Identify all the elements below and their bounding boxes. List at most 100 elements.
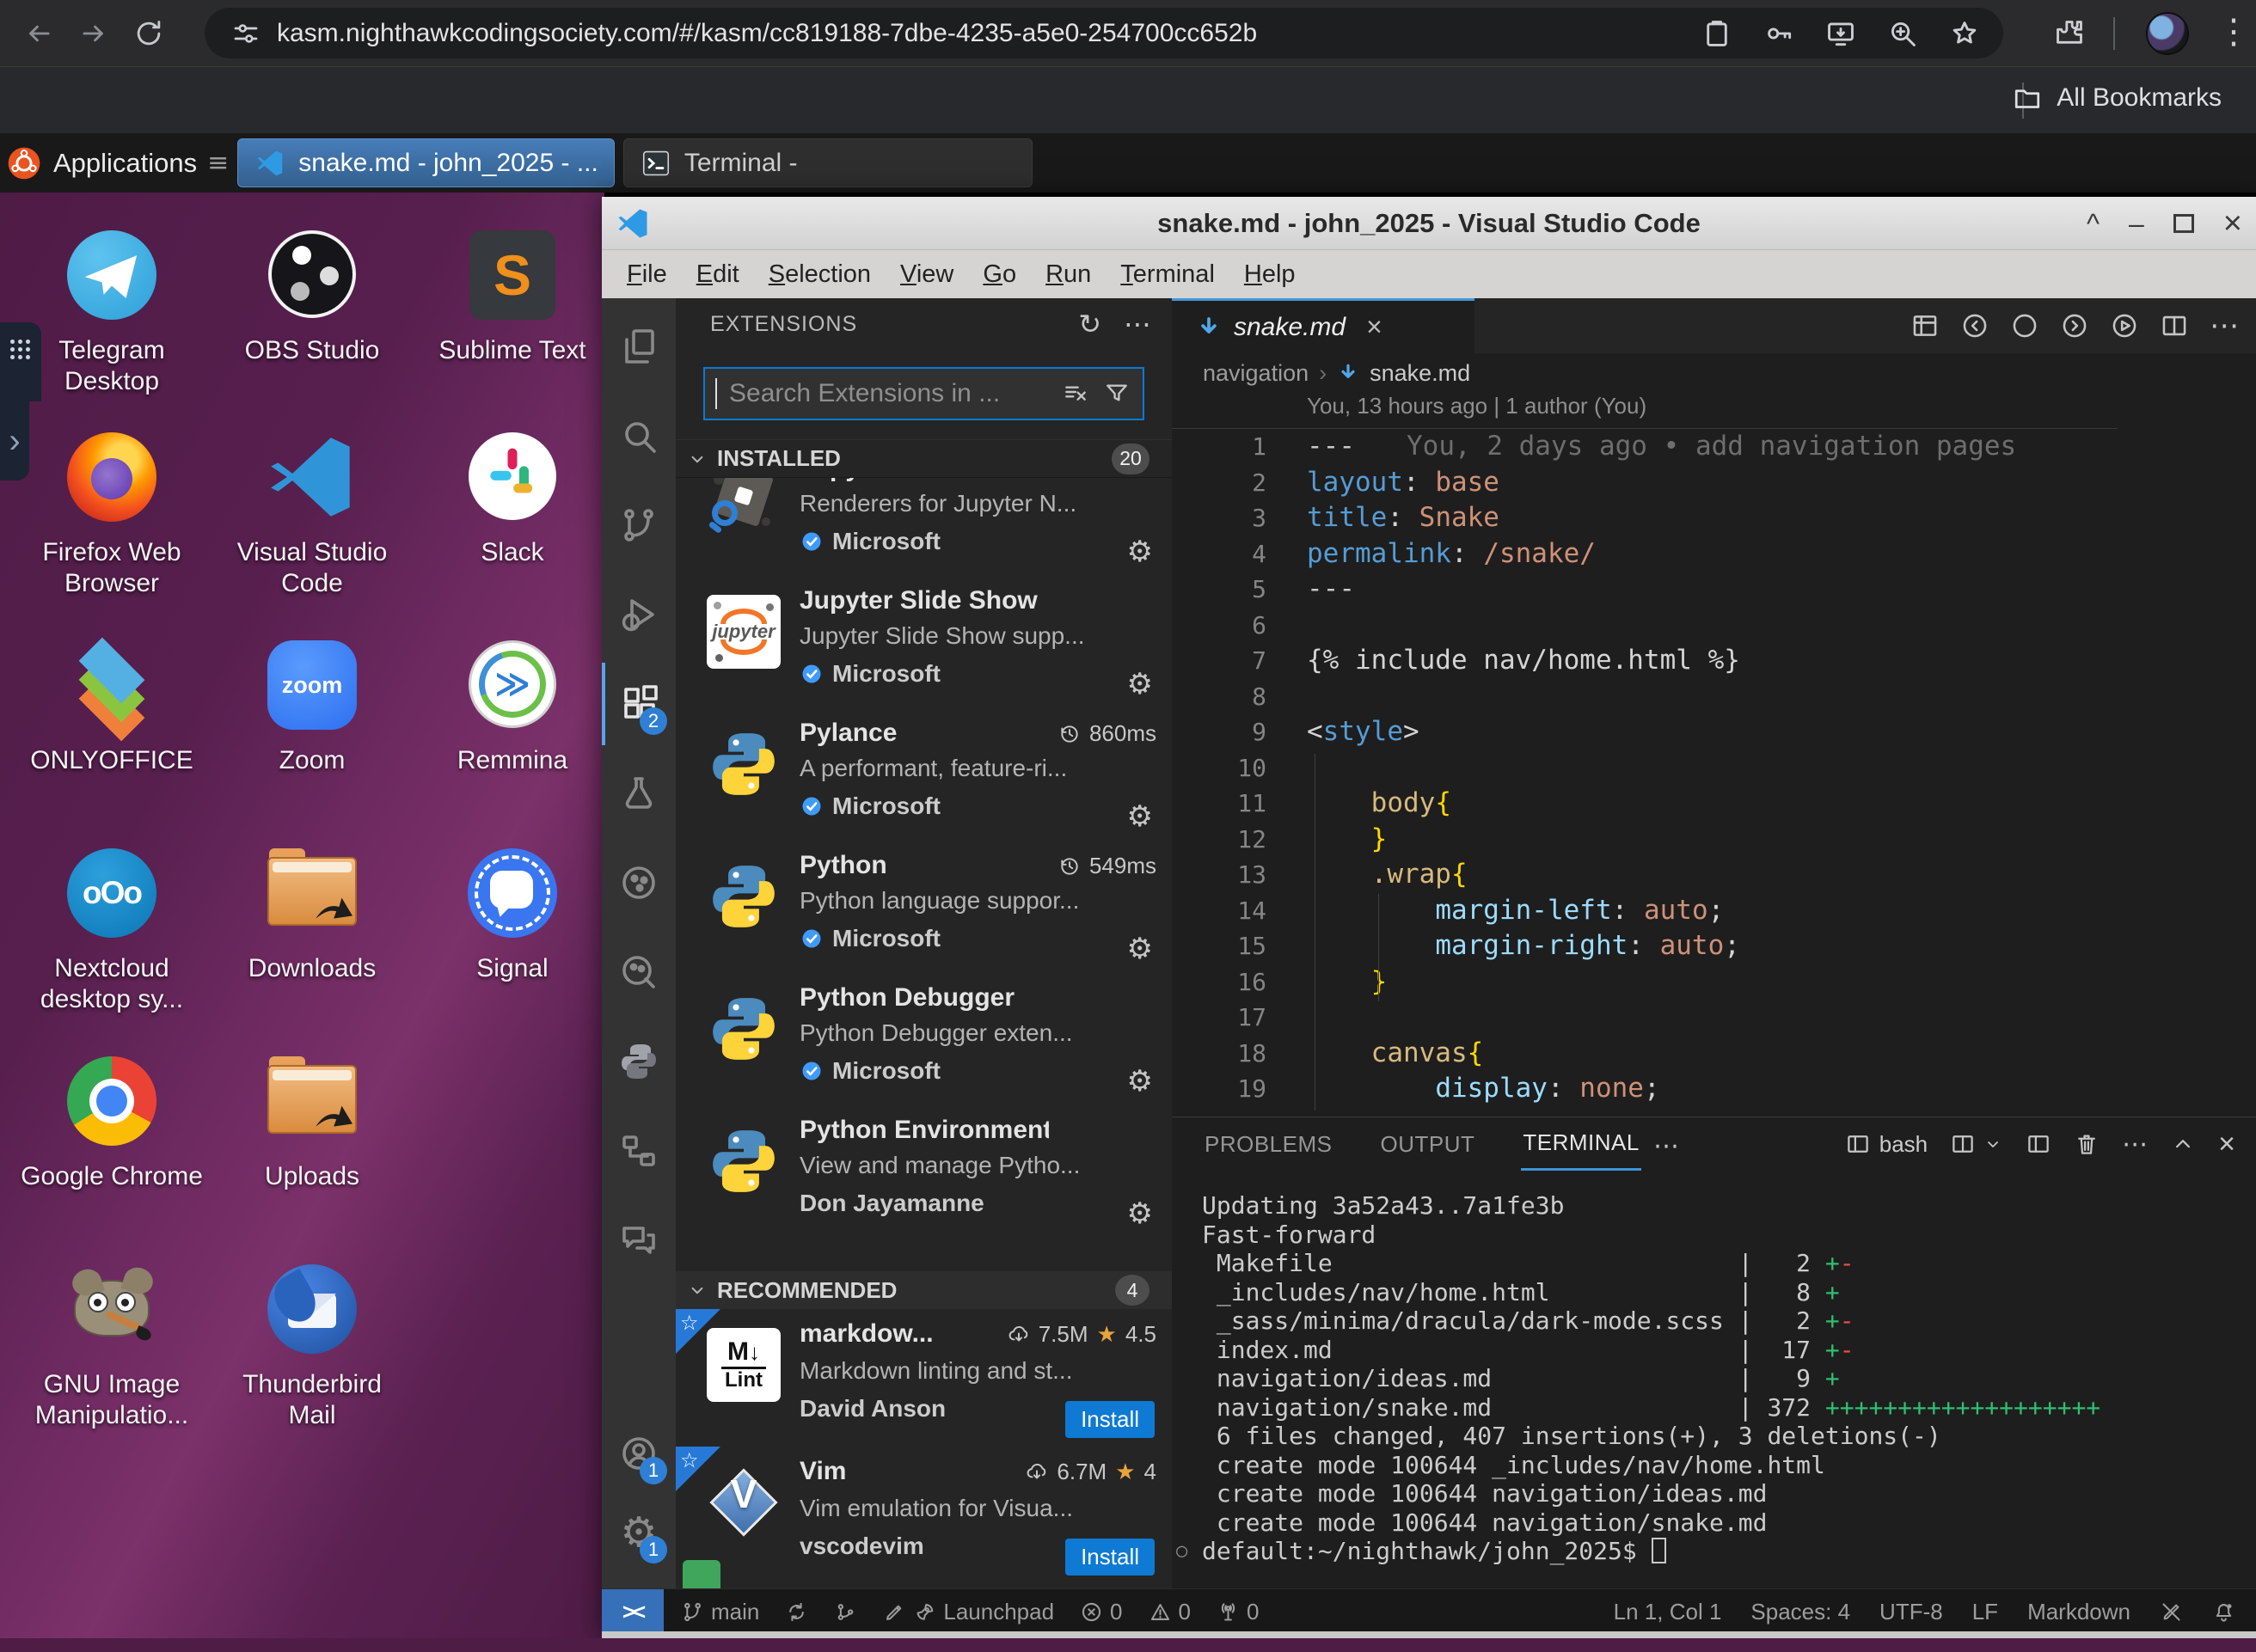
extension-gear-icon[interactable]: ⚙ [1127, 667, 1153, 701]
status-errors[interactable]: 0 [1080, 1599, 1122, 1625]
status-encoding[interactable]: UTF-8 [1879, 1599, 1943, 1625]
launch-profile-chevron-icon[interactable] [1983, 1134, 2003, 1154]
browser-menu-kebab-icon[interactable]: ⋮ [2216, 12, 2251, 52]
desktop-icon-slack[interactable]: Slack [416, 432, 609, 568]
maximize-button[interactable] [2173, 214, 2194, 233]
activity-explorer[interactable] [602, 305, 676, 388]
extension-item-markdow[interactable]: ☆M↓Lintmarkdow...7.5M★4.5Markdown lintin… [676, 1309, 1172, 1447]
activity-python[interactable] [602, 1020, 676, 1103]
extension-gear-icon[interactable]: ⚙ [1127, 535, 1153, 569]
activity-project-manager[interactable] [602, 1110, 676, 1192]
shell-label[interactable]: bash [1879, 1131, 1928, 1158]
status-indentation[interactable]: Spaces: 4 [1750, 1599, 1850, 1625]
extension-gear-icon[interactable]: ⚙ [1127, 1064, 1153, 1098]
split-terminal-icon[interactable] [1950, 1131, 1976, 1157]
activity-search[interactable] [602, 395, 676, 477]
minimize-button[interactable]: – [2129, 208, 2144, 240]
tab-close-icon[interactable]: × [1366, 311, 1382, 343]
vscode-titlebar[interactable]: snake.md - john_2025 - Visual Studio Cod… [602, 197, 2256, 250]
status-notifications[interactable] [2212, 1600, 2235, 1624]
desktop-icon-remmina[interactable]: ≫Remmina [416, 640, 609, 776]
desktop-icon-onlyoffice[interactable]: ONLYOFFICE [15, 640, 208, 776]
kasm-panel-expand[interactable]: › [0, 401, 29, 480]
bookmark-star-icon[interactable] [1948, 17, 1981, 50]
shade-button[interactable]: ^ [2087, 208, 2100, 240]
filter-funnel-icon[interactable] [1103, 380, 1131, 407]
panel-tab-output[interactable]: OUTPUT [1379, 1119, 1477, 1170]
desktop-icon-google-chrome[interactable]: Google Chrome [15, 1056, 208, 1192]
activity-manage[interactable]: ⚙1 [602, 1491, 676, 1574]
clear-filter-icon[interactable] [1062, 380, 1089, 407]
taskbar-task[interactable]: snake.md - john_2025 - ... [237, 138, 615, 187]
site-info-icon[interactable] [230, 18, 261, 49]
panel-tab-problems[interactable]: PROBLEMS [1203, 1119, 1334, 1170]
url-text[interactable]: kasm.nighthawkcodingsociety.com/#/kasm/c… [277, 19, 1257, 48]
status-launchpad[interactable]: Launchpad [883, 1599, 1054, 1625]
run-file-icon[interactable] [2110, 311, 2139, 340]
installed-section-header[interactable]: INSTALLED 20 [676, 439, 1172, 477]
desktop-icon-obs-studio[interactable]: OBS Studio [216, 230, 408, 366]
extension-item-python-environment[interactable]: Python Environment ...View and manage Py… [676, 1111, 1172, 1243]
menu-help[interactable]: Help [1244, 260, 1296, 289]
desktop-icon-visual-studio-code[interactable]: Visual Studio Code [216, 432, 408, 599]
all-bookmarks-button[interactable]: All Bookmarks [2012, 83, 2222, 113]
more-actions-icon[interactable]: ⋯ [1124, 308, 1151, 340]
activity-accounts[interactable]: 1 [602, 1412, 676, 1495]
extensions-puzzle-icon[interactable] [2053, 17, 2086, 50]
kasm-panel-handle[interactable] [0, 322, 41, 401]
breadcrumb-folder[interactable]: navigation [1203, 360, 1309, 387]
menu-edit[interactable]: Edit [696, 260, 739, 289]
next-change-icon[interactable] [2060, 311, 2089, 340]
desktop-icon-signal[interactable]: Signal [416, 848, 609, 984]
reload-icon[interactable] [132, 17, 165, 50]
desktop-icon-downloads[interactable]: Downloads [216, 848, 408, 984]
applications-menu-button[interactable]: Applications ≡ [5, 144, 229, 182]
extension-item-python[interactable]: Python549msPython language suppor...Micr… [676, 846, 1172, 978]
desktop-icon-zoom[interactable]: zoomZoom [216, 640, 408, 776]
extension-gear-icon[interactable]: ⚙ [1127, 932, 1153, 966]
status-git-graph[interactable] [834, 1600, 857, 1624]
desktop-icon-gnu-image-manipulatio[interactable]: GNU Image Manipulatio... [15, 1264, 208, 1431]
extension-gear-icon[interactable]: ⚙ [1127, 799, 1153, 834]
extension-gear-icon[interactable]: ⚙ [1127, 1196, 1153, 1231]
panel-actions-more-icon[interactable]: ⋯ [2122, 1129, 2148, 1159]
breadcrumb-file[interactable]: snake.md [1370, 360, 1470, 387]
desktop-icon-nextcloud-desktop-sy[interactable]: oOoNextcloud desktop sy... [15, 848, 208, 1015]
taskbar-task[interactable]: Terminal - [623, 138, 1033, 187]
tab-snake-md[interactable]: snake.md × [1172, 298, 1474, 353]
desktop-icon-sublime-text[interactable]: SSublime Text [416, 230, 609, 366]
activity-source-control[interactable] [602, 484, 676, 566]
terminal-output[interactable]: Updating 3a52a43..7a1fe3bFast-forward Ma… [1202, 1191, 2100, 1566]
status-markdownlint[interactable] [2160, 1600, 2183, 1624]
extensions-search-input[interactable]: Search Extensions in ... [703, 367, 1144, 420]
activity-run-and-debug[interactable] [602, 573, 676, 656]
activity-testing[interactable] [602, 752, 676, 835]
panel-more-icon[interactable]: ⋯ [1653, 1131, 1679, 1161]
desktop-icon-firefox-web-browser[interactable]: Firefox Web Browser [15, 432, 208, 599]
desktop-icon-uploads[interactable]: Uploads [216, 1056, 408, 1192]
status-branch[interactable]: main [681, 1599, 759, 1625]
activity-live-share[interactable] [602, 841, 676, 924]
profile-avatar[interactable] [2146, 12, 2189, 55]
breadcrumb[interactable]: navigation › snake.md [1203, 353, 1470, 393]
forward-icon[interactable] [77, 17, 110, 50]
code-area[interactable]: 1---You, 2 days ago • add navigation pag… [1172, 429, 2118, 1107]
menu-run[interactable]: Run [1045, 260, 1091, 289]
close-panel-icon[interactable]: × [2218, 1128, 2235, 1161]
desktop-icon-thunderbird-mail[interactable]: Thunderbird Mail [216, 1264, 408, 1431]
zoom-icon[interactable] [1886, 17, 1919, 50]
extension-item-vim[interactable]: ☆VVim6.7M★4Vim emulation for Visua...vsc… [676, 1447, 1172, 1584]
status-cursor-position[interactable]: Ln 1, Col 1 [1614, 1599, 1722, 1625]
status-ports[interactable]: 0 [1217, 1599, 1259, 1625]
terminal-instance-icon[interactable] [1845, 1131, 1871, 1157]
install-button[interactable]: Install [1065, 1539, 1155, 1576]
status-sync[interactable] [785, 1600, 808, 1624]
status-language-mode[interactable]: Markdown [2027, 1599, 2130, 1625]
cast-download-icon[interactable] [1824, 17, 1857, 50]
menu-go[interactable]: Go [983, 260, 1016, 289]
address-bar[interactable]: kasm.nighthawkcodingsociety.com/#/kasm/c… [205, 8, 2003, 58]
menu-selection[interactable]: Selection [769, 260, 871, 289]
activity-extensions[interactable]: 2 [602, 663, 676, 745]
menu-view[interactable]: View [900, 260, 953, 289]
extension-item-python-debugger[interactable]: Python DebuggerPython Debugger exten...M… [676, 978, 1172, 1111]
